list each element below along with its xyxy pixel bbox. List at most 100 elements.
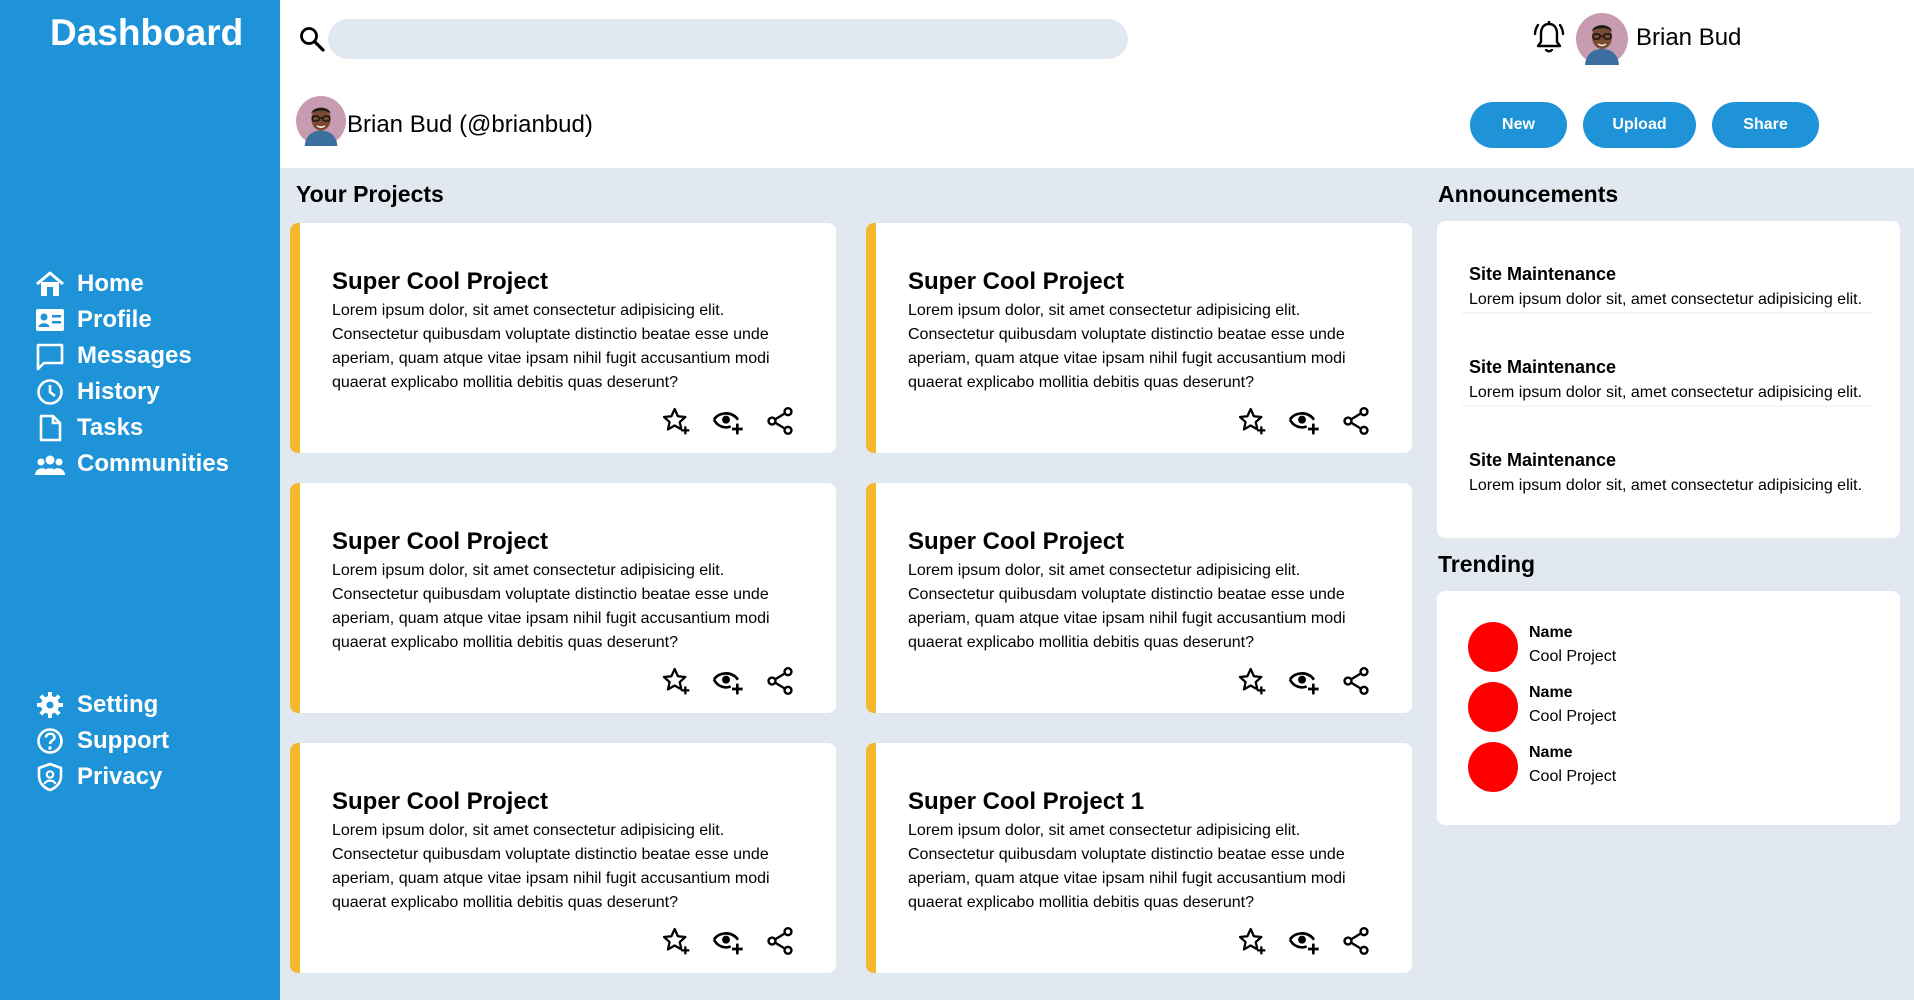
share-icon[interactable] — [1340, 925, 1372, 957]
project-title: Super Cool Project — [332, 528, 549, 555]
trending-project: Cool Project — [1529, 768, 1617, 785]
upload-button[interactable]: Upload — [1583, 102, 1696, 148]
trending-title: Trending — [1438, 551, 1536, 577]
search-icon[interactable] — [297, 24, 327, 54]
eye-plus-icon[interactable] — [1288, 925, 1320, 957]
profile-avatar — [296, 96, 346, 146]
eye-plus-icon[interactable] — [712, 665, 744, 697]
profile-card-icon — [36, 309, 64, 331]
trending-name: Name — [1529, 624, 1573, 641]
announcements-panel: Site Maintenance Lorem ipsum dolor sit, … — [1437, 221, 1900, 538]
project-description: Lorem ipsum dolor, sit amet consectetur … — [908, 822, 1346, 911]
project-description: Lorem ipsum dolor, sit amet consectetur … — [332, 822, 770, 911]
sidebar-item-label: Profile — [77, 306, 152, 333]
header-user-name[interactable]: Brian Bud — [1636, 24, 1741, 52]
project-actions — [660, 665, 816, 697]
document-icon — [39, 414, 62, 442]
announcement-item[interactable]: Site Maintenance Lorem ipsum dolor sit, … — [1462, 314, 1872, 407]
trending-item[interactable]: Name Cool Project — [1468, 742, 1868, 794]
project-card: Super Cool Project Lorem ipsum dolor, si… — [866, 223, 1412, 453]
project-card: Super Cool Project Lorem ipsum dolor, si… — [866, 483, 1412, 713]
share-icon[interactable] — [764, 665, 796, 697]
trending-project: Cool Project — [1529, 708, 1617, 725]
announcement-title: Site Maintenance — [1469, 450, 1617, 470]
sidebar-item-history[interactable]: History — [34, 374, 229, 410]
share-icon[interactable] — [764, 925, 796, 957]
project-description: Lorem ipsum dolor, sit amet consectetur … — [332, 562, 770, 651]
search-input[interactable] — [328, 19, 1128, 59]
sidebar-item-privacy[interactable]: Privacy — [34, 759, 169, 795]
sidebar-item-profile[interactable]: Profile — [34, 302, 229, 338]
project-card: Super Cool Project Lorem ipsum dolor, si… — [290, 743, 836, 973]
project-title: Super Cool Project — [332, 268, 549, 295]
announcement-description: Lorem ipsum dolor sit, amet consectetur … — [1469, 477, 1863, 494]
star-plus-icon[interactable] — [660, 665, 692, 697]
project-actions — [1236, 405, 1392, 437]
star-plus-icon[interactable] — [660, 405, 692, 437]
announcements-title: Announcements — [1438, 181, 1619, 207]
share-icon[interactable] — [764, 405, 796, 437]
sidebar-item-setting[interactable]: Setting — [34, 687, 169, 723]
avatar[interactable] — [1576, 13, 1628, 65]
trending-panel: Name Cool Project Name Cool Project Name… — [1437, 591, 1900, 825]
project-actions — [1236, 665, 1392, 697]
project-title: Super Cool Project — [332, 788, 549, 815]
shield-user-icon — [37, 762, 63, 792]
share-icon[interactable] — [1340, 665, 1372, 697]
clock-icon — [37, 379, 63, 405]
sidebar-item-communities[interactable]: Communities — [34, 446, 229, 482]
trending-item[interactable]: Name Cool Project — [1468, 682, 1868, 734]
sidebar-item-label: Privacy — [77, 763, 163, 790]
eye-plus-icon[interactable] — [712, 925, 744, 957]
share-button[interactable]: Share — [1712, 102, 1819, 148]
star-plus-icon[interactable] — [1236, 405, 1268, 437]
home-icon — [36, 271, 64, 296]
sidebar: Dashboard Home Profile Messages History … — [0, 0, 280, 1000]
announcement-item[interactable]: Site Maintenance Lorem ipsum dolor sit, … — [1462, 407, 1872, 500]
project-actions — [660, 405, 816, 437]
sidebar-item-home[interactable]: Home — [34, 266, 229, 302]
sidebar-item-messages[interactable]: Messages — [34, 338, 229, 374]
sidebar-item-label: Tasks — [77, 414, 144, 441]
project-card: Super Cool Project 1 Lorem ipsum dolor, … — [866, 743, 1412, 973]
project-description: Lorem ipsum dolor, sit amet consectetur … — [908, 562, 1346, 651]
sidebar-item-label: Support — [77, 727, 169, 754]
trending-project: Cool Project — [1529, 648, 1617, 665]
star-plus-icon[interactable] — [660, 925, 692, 957]
project-actions — [660, 925, 816, 957]
new-button[interactable]: New — [1470, 102, 1567, 148]
sidebar-item-support[interactable]: Support — [34, 723, 169, 759]
project-description: Lorem ipsum dolor, sit amet consectetur … — [332, 302, 770, 391]
sidebar-item-tasks[interactable]: Tasks — [34, 410, 229, 446]
project-title: Super Cool Project 1 — [908, 788, 1145, 815]
eye-plus-icon[interactable] — [712, 405, 744, 437]
trending-avatar — [1468, 742, 1518, 792]
eye-plus-icon[interactable] — [1288, 665, 1320, 697]
gear-icon — [37, 692, 63, 718]
project-title: Super Cool Project — [908, 528, 1125, 555]
star-plus-icon[interactable] — [1236, 665, 1268, 697]
header: Brian Bud Brian Bud (@brianbud) New Uplo… — [280, 0, 1914, 168]
sidebar-item-label: History — [77, 378, 160, 405]
bell-icon[interactable] — [1532, 18, 1566, 56]
people-icon — [35, 455, 65, 475]
project-title: Super Cool Project — [908, 268, 1125, 295]
sidebar-nav-bottom: Setting Support Privacy — [34, 687, 169, 795]
profile-name: Brian Bud (@brianbud) — [347, 111, 593, 138]
announcement-description: Lorem ipsum dolor sit, amet consectetur … — [1469, 291, 1863, 308]
trending-avatar — [1468, 682, 1518, 732]
projects-title: Your Projects — [296, 181, 444, 207]
star-plus-icon[interactable] — [1236, 925, 1268, 957]
eye-plus-icon[interactable] — [1288, 405, 1320, 437]
project-actions — [1236, 925, 1392, 957]
trending-avatar — [1468, 622, 1518, 672]
trending-name: Name — [1529, 684, 1573, 701]
trending-name: Name — [1529, 744, 1573, 761]
announcement-title: Site Maintenance — [1469, 264, 1617, 284]
announcement-title: Site Maintenance — [1469, 357, 1617, 377]
brand-title: Dashboard — [50, 12, 244, 53]
share-icon[interactable] — [1340, 405, 1372, 437]
announcement-item[interactable]: Site Maintenance Lorem ipsum dolor sit, … — [1462, 221, 1872, 314]
trending-item[interactable]: Name Cool Project — [1468, 622, 1868, 674]
help-circle-icon — [37, 728, 63, 754]
